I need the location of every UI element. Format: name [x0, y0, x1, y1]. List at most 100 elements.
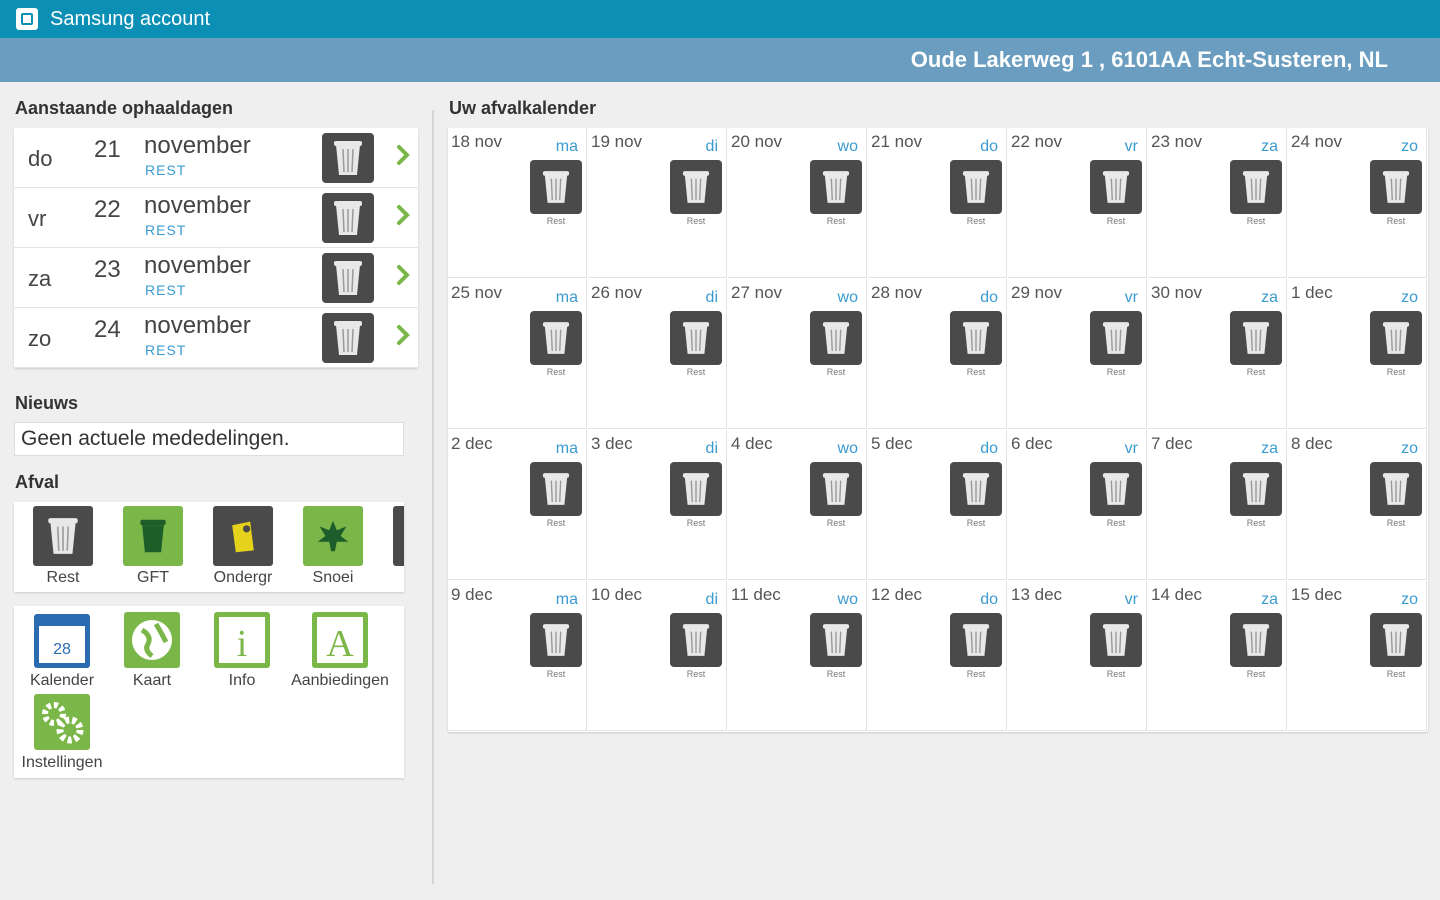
calendar-day-cell[interactable]: 3 dec di Rest: [588, 430, 727, 580]
address-text: Oude Lakerweg 1 , 6101AA Echt-Susteren, …: [910, 47, 1388, 72]
svg-text:i: i: [237, 623, 248, 665]
trash-bin-icon: [1370, 160, 1422, 214]
upcoming-weekday: do: [28, 146, 53, 171]
calendar-bin-label: Rest: [686, 518, 706, 528]
calendar-date: 14 dec: [1151, 585, 1203, 604]
afval-tile-label: Snoei: [312, 569, 354, 586]
calendar-day-cell[interactable]: 2 dec ma Rest: [448, 430, 587, 580]
calendar-date: 11 dec: [731, 585, 781, 604]
calendar-date: 15 dec: [1291, 585, 1343, 604]
calendar-day-cell[interactable]: 30 nov za Rest: [1148, 279, 1287, 429]
calendar-bin-label: Rest: [826, 216, 846, 226]
calendar-day-cell[interactable]: 5 dec do Rest: [868, 430, 1007, 580]
calendar-weekday: do: [980, 440, 998, 457]
calendar-day-cell[interactable]: 7 dec za Rest: [1148, 430, 1287, 580]
calendar-bin-label: Rest: [1386, 367, 1406, 377]
calendar-date: 18 nov: [451, 132, 503, 151]
calendar-weekday: di: [705, 289, 718, 306]
trash-bin-icon: [670, 613, 722, 667]
calendar-bin-label: Rest: [1106, 669, 1126, 679]
calendar-day-cell[interactable]: 12 dec do Rest: [868, 581, 1007, 731]
upcoming-row[interactable]: zo 24 november REST: [14, 308, 418, 368]
calendar-day-cell[interactable]: 6 dec vr Rest: [1008, 430, 1147, 580]
calendar-weekday: zo: [1401, 440, 1418, 457]
svg-text:28: 28: [53, 641, 71, 658]
calendar-day-cell[interactable]: 28 nov do Rest: [868, 279, 1007, 429]
calendar-day-cell[interactable]: 11 dec wo Rest: [728, 581, 867, 731]
chevron-right-icon[interactable]: [396, 204, 410, 226]
afval-tile[interactable]: G: [378, 506, 404, 587]
trash-bin-icon: [950, 613, 1002, 667]
calendar-bin-label: Rest: [546, 216, 566, 226]
calendar-day-cell[interactable]: 20 nov wo Rest: [728, 128, 867, 278]
calendar-bin-label: Rest: [966, 669, 986, 679]
calendar-day-cell[interactable]: 15 dec zo Rest: [1288, 581, 1427, 731]
afval-tile-label: GFT: [137, 569, 169, 586]
afval-tile[interactable]: GFT: [108, 506, 198, 587]
calendar-day-cell[interactable]: 27 nov wo Rest: [728, 279, 867, 429]
calendar-weekday: ma: [555, 289, 578, 306]
calendar-date: 5 dec: [871, 434, 913, 453]
calendar-weekday: wo: [837, 289, 858, 306]
calendar-day-cell[interactable]: 26 nov di Rest: [588, 279, 727, 429]
waste-calendar: 18 nov ma Rest 19 nov di Rest 20 nov wo Rest 21 n…: [448, 128, 1428, 732]
calendar-bin-label: Rest: [1386, 216, 1406, 226]
calendar-day-cell[interactable]: 24 nov zo Rest: [1288, 128, 1427, 278]
afval-tile[interactable]: Snoei: [288, 506, 378, 587]
trash-bin-icon: [810, 613, 862, 667]
trash-bin-icon: [1090, 160, 1142, 214]
menu-item-instellingen[interactable]: Instellingen: [12, 692, 112, 772]
calendar-bin-label: Rest: [1246, 367, 1266, 377]
calendar-weekday: ma: [555, 138, 578, 155]
afval-tile-label: Rest: [46, 569, 80, 586]
menu-item-label: Info: [228, 672, 256, 689]
upcoming-row[interactable]: do 21 november REST: [14, 128, 418, 188]
chevron-right-icon[interactable]: [396, 324, 410, 346]
calendar-weekday: za: [1261, 440, 1278, 457]
menu-item-info[interactable]: i Info: [192, 610, 292, 690]
calendar-day-cell[interactable]: 25 nov ma Rest: [448, 279, 587, 429]
afval-tile[interactable]: Ondergr: [198, 506, 288, 587]
calendar-day-cell[interactable]: 4 dec wo Rest: [728, 430, 867, 580]
calendar-day-cell[interactable]: 8 dec zo Rest: [1288, 430, 1427, 580]
calendar-weekday: do: [980, 289, 998, 306]
calendar-day-cell[interactable]: 21 nov do Rest: [868, 128, 1007, 278]
trash-bin-icon: [950, 462, 1002, 516]
globe-icon: [122, 610, 182, 670]
calendar-day-cell[interactable]: 18 nov ma Rest: [448, 128, 587, 278]
calendar-day-cell[interactable]: 23 nov za Rest: [1148, 128, 1287, 278]
trash-bin-icon: [1090, 613, 1142, 667]
chevron-right-icon[interactable]: [396, 264, 410, 286]
upcoming-day: 23: [94, 256, 121, 283]
calendar-date: 19 nov: [591, 132, 643, 151]
afval-tile-label: Ondergr: [213, 569, 273, 586]
address-bar: Oude Lakerweg 1 , 6101AA Echt-Susteren, …: [0, 38, 1440, 82]
trash-bin-icon: [1230, 311, 1282, 365]
calendar-weekday: zo: [1401, 591, 1418, 608]
calendar-day-cell[interactable]: 13 dec vr Rest: [1008, 581, 1147, 731]
menu-tiles: 28 Kalender Kaart i Info A Aanbiedingen Instell…: [14, 606, 404, 778]
calendar-day-cell[interactable]: 22 nov vr Rest: [1008, 128, 1147, 278]
upcoming-row[interactable]: za 23 november REST: [14, 248, 418, 308]
calendar-date: 6 dec: [1011, 434, 1053, 453]
calendar-bin-label: Rest: [546, 518, 566, 528]
offers-icon: A: [310, 610, 370, 670]
trash-bin-icon: [33, 506, 93, 566]
calendar-day-cell[interactable]: 9 dec ma Rest: [448, 581, 587, 731]
calendar-day-cell[interactable]: 10 dec di Rest: [588, 581, 727, 731]
upcoming-heading: Aanstaande ophaaldagen: [15, 98, 234, 118]
trash-bin-icon: [1230, 613, 1282, 667]
trash-bin-icon: [810, 462, 862, 516]
upcoming-weekday: za: [28, 266, 52, 291]
menu-item-kaart[interactable]: Kaart: [102, 610, 202, 690]
chevron-right-icon[interactable]: [396, 144, 410, 166]
calendar-day-cell[interactable]: 19 nov di Rest: [588, 128, 727, 278]
menu-item-aanbiedingen[interactable]: A Aanbiedingen: [290, 610, 390, 690]
calendar-day-cell[interactable]: 29 nov vr Rest: [1008, 279, 1147, 429]
upcoming-row[interactable]: vr 22 november REST: [14, 188, 418, 248]
afval-tile[interactable]: Rest: [18, 506, 108, 587]
trash-bin-icon: [322, 133, 374, 183]
menu-item-kalender[interactable]: 28 Kalender: [12, 610, 112, 690]
calendar-day-cell[interactable]: 1 dec zo Rest: [1288, 279, 1427, 429]
calendar-day-cell[interactable]: 14 dec za Rest: [1148, 581, 1287, 731]
